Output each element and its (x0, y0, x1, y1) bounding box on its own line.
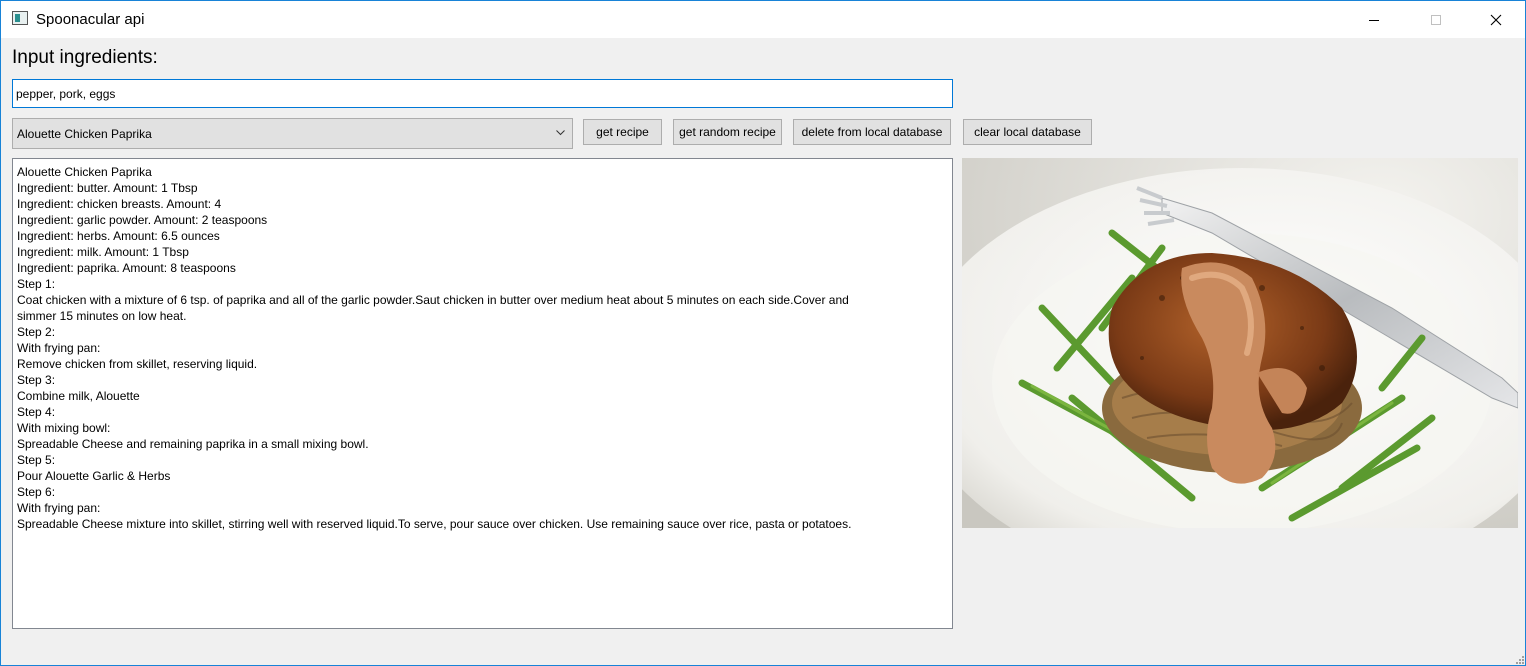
recipe-text-line: Step 1: (17, 277, 56, 291)
recipe-text-line: Pour Alouette Garlic & Herbs (17, 469, 171, 483)
delete-from-local-database-button[interactable]: delete from local database (793, 119, 951, 145)
recipe-image (962, 158, 1518, 528)
recipe-text-line: Spreadable Cheese and remaining paprika … (17, 437, 369, 451)
recipe-text-line: Ingredient: paprika. Amount: 8 teaspoons (17, 261, 236, 275)
recipe-text-line: Step 5: (17, 453, 56, 467)
recipe-photo (962, 158, 1518, 528)
close-icon (1490, 14, 1502, 26)
recipe-text-line: With frying pan: (17, 501, 101, 515)
app-icon (12, 11, 28, 25)
get-recipe-button[interactable]: get recipe (583, 119, 662, 145)
recipe-text-line: Step 6: (17, 485, 56, 499)
recipe-text-area[interactable]: Alouette Chicken Paprika Ingredient: but… (12, 158, 953, 629)
chevron-down-icon (556, 130, 565, 136)
recipe-text-line: Step 4: (17, 405, 56, 419)
recipe-text-line: Spreadable Cheese mixture into skillet, … (17, 517, 852, 531)
input-ingredients-label: Input ingredients: (12, 47, 158, 68)
recipe-dropdown[interactable]: Alouette Chicken Paprika (12, 118, 573, 149)
window-title: Spoonacular api (36, 11, 145, 28)
resize-grip-icon[interactable] (1514, 654, 1524, 664)
clear-local-database-button[interactable]: clear local database (963, 119, 1092, 145)
recipe-text-line: Step 2: (17, 325, 56, 339)
recipe-text-line: simmer 15 minutes on low heat. (17, 309, 187, 323)
recipe-text-line: Step 3: (17, 373, 56, 387)
recipe-text-line: Combine milk, Alouette (17, 389, 140, 403)
recipe-text-line: Coat chicken with a mixture of 6 tsp. of… (17, 293, 849, 307)
recipe-text-line: With frying pan: (17, 341, 101, 355)
ingredients-input[interactable] (12, 79, 953, 108)
title-bar[interactable]: Spoonacular api (1, 1, 1525, 38)
recipe-text-line: Ingredient: garlic powder. Amount: 2 tea… (17, 213, 268, 227)
maximize-button[interactable] (1413, 2, 1459, 38)
recipe-text-line: Ingredient: milk. Amount: 1 Tbsp (17, 245, 189, 259)
recipe-text-line: Remove chicken from skillet, reserving l… (17, 357, 258, 371)
recipe-text-line: Ingredient: butter. Amount: 1 Tbsp (17, 181, 198, 195)
minimize-button[interactable] (1351, 2, 1397, 38)
minimize-icon (1369, 19, 1379, 21)
recipe-text-line: With mixing bowl: (17, 421, 111, 435)
recipe-text-line: Ingredient: chicken breasts. Amount: 4 (17, 197, 222, 211)
maximize-icon (1431, 15, 1441, 25)
close-button[interactable] (1473, 2, 1519, 38)
recipe-text-line: Ingredient: herbs. Amount: 6.5 ounces (17, 229, 220, 243)
get-random-recipe-button[interactable]: get random recipe (673, 119, 782, 145)
recipe-dropdown-value: Alouette Chicken Paprika (17, 127, 152, 141)
recipe-text-line: Alouette Chicken Paprika (17, 165, 152, 179)
